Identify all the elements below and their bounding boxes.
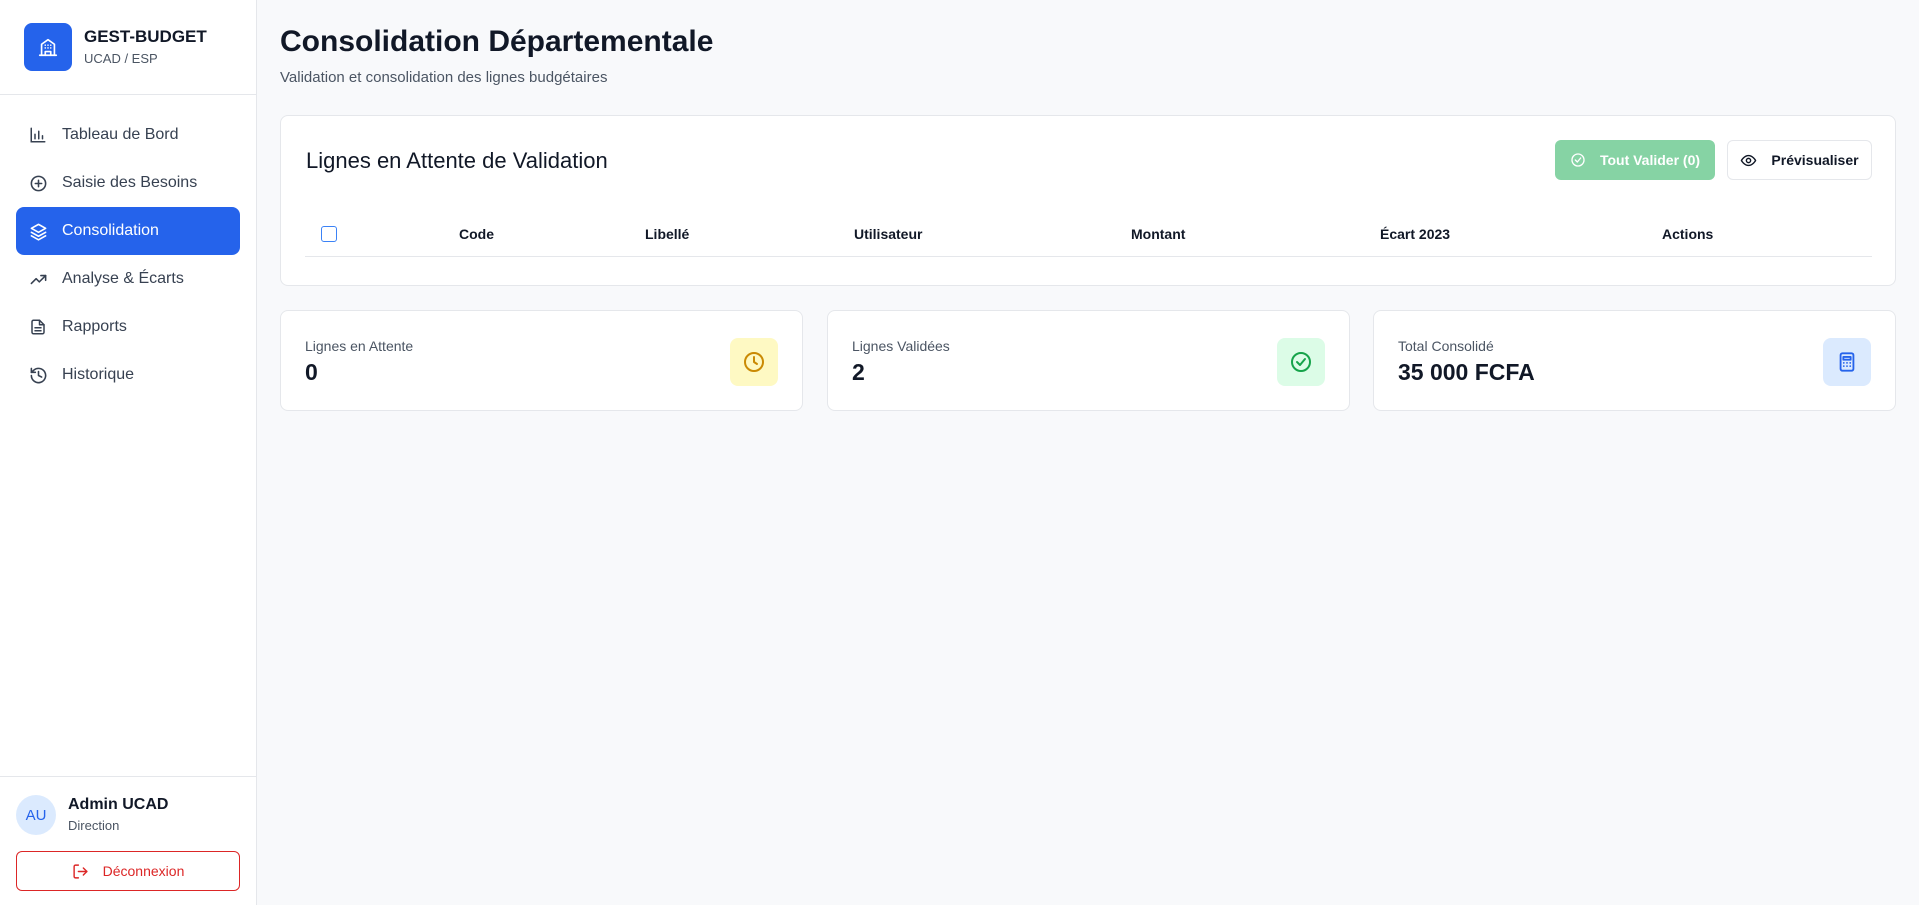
stat-value: 0 [305, 359, 318, 385]
logout-button[interactable]: Déconnexion [16, 851, 240, 891]
eye-icon [1740, 152, 1757, 169]
sidebar-item-tableau-de-bord[interactable]: Tableau de Bord [16, 111, 240, 159]
logout-label: Déconnexion [102, 863, 185, 879]
clock-icon [730, 338, 778, 386]
sidebar-item-label: Analyse & Écarts [62, 270, 184, 287]
calculator-icon [1823, 338, 1871, 386]
page-title: Consolidation Départementale [280, 25, 714, 58]
sidebar-item-label: Consolidation [62, 222, 159, 239]
file-text-icon [28, 317, 48, 337]
sidebar-item-rapports[interactable]: Rapports [16, 303, 240, 351]
preview-label: Prévisualiser [1771, 152, 1859, 168]
preview-button[interactable]: Prévisualiser [1727, 140, 1872, 180]
bar-chart-icon [28, 125, 48, 145]
user-role: Direction [68, 818, 120, 833]
sidebar-item-saisie-des-besoins[interactable]: Saisie des Besoins [16, 159, 240, 207]
table-header: Code Libellé Utilisateur Montant Écart 2… [305, 212, 1872, 257]
stat-card-validated: Lignes Validées 2 [827, 310, 1350, 411]
stat-card-total: Total Consolidé 35 000 FCFA [1373, 310, 1896, 411]
plus-circle-icon [28, 173, 48, 193]
sidebar-item-label: Rapports [62, 318, 127, 335]
validate-all-label: Tout Valider (0) [1599, 152, 1701, 168]
sidebar-item-historique[interactable]: Historique [16, 351, 240, 399]
pending-lines-panel: Lignes en Attente de Validation Tout Val… [280, 115, 1896, 286]
sidebar: GEST-BUDGET UCAD / ESP Tableau de Bord S… [0, 0, 257, 905]
stat-label: Lignes en Attente [305, 338, 414, 354]
history-icon [28, 365, 48, 385]
validate-all-button[interactable]: Tout Valider (0) [1555, 140, 1715, 180]
check-circle-icon [1277, 338, 1325, 386]
layers-icon [28, 221, 48, 241]
avatar: AU [16, 795, 56, 835]
stat-value: 35 000 FCFA [1398, 359, 1535, 385]
user-name: Admin UCAD [68, 796, 169, 813]
stat-label: Total Consolidé [1398, 338, 1494, 354]
brand-title: GEST-BUDGET [84, 27, 207, 46]
select-all-checkbox[interactable] [321, 226, 337, 242]
sidebar-item-analyse-ecarts[interactable]: Analyse & Écarts [16, 255, 240, 303]
column-header-ecart[interactable]: Écart 2023 [1380, 226, 1450, 242]
sidebar-item-label: Historique [62, 366, 135, 383]
panel-title: Lignes en Attente de Validation [306, 148, 608, 173]
user-profile: AU Admin UCAD Direction [16, 793, 241, 837]
trending-up-icon [28, 269, 48, 289]
sidebar-nav: Tableau de Bord Saisie des Besoins Conso… [0, 95, 256, 399]
sidebar-item-label: Saisie des Besoins [62, 174, 198, 191]
building-icon [24, 23, 72, 71]
column-header-utilisateur[interactable]: Utilisateur [854, 226, 922, 242]
brand: GEST-BUDGET UCAD / ESP [0, 0, 256, 95]
sidebar-item-consolidation[interactable]: Consolidation [16, 207, 240, 255]
column-header-montant[interactable]: Montant [1131, 226, 1185, 242]
column-header-actions: Actions [1662, 226, 1714, 242]
brand-subtitle: UCAD / ESP [84, 51, 158, 66]
page-subtitle: Validation et consolidation des lignes b… [280, 69, 608, 86]
column-header-libelle[interactable]: Libellé [645, 226, 689, 242]
stat-value: 2 [852, 359, 865, 385]
stat-label: Lignes Validées [852, 338, 950, 354]
check-circle-icon [1570, 152, 1586, 168]
stat-card-pending: Lignes en Attente 0 [280, 310, 803, 411]
sidebar-item-label: Tableau de Bord [62, 126, 179, 143]
column-header-code[interactable]: Code [459, 226, 494, 242]
sidebar-footer: AU Admin UCAD Direction Déconnexion [0, 776, 257, 905]
log-out-icon [72, 863, 89, 880]
